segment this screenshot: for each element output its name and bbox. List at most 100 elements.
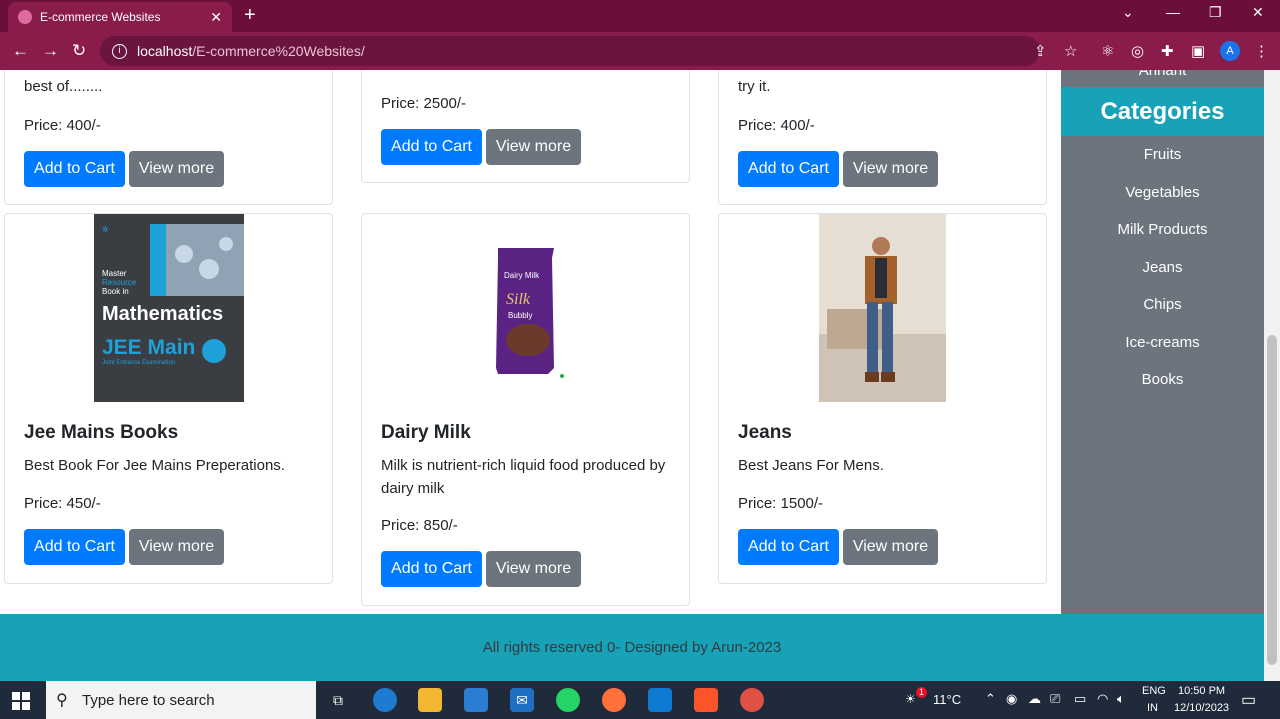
choco-brand: Dairy Milk — [504, 271, 540, 280]
sidebar-item-milk-products[interactable]: Milk Products — [1061, 221, 1264, 238]
browser-tab-bar: E-commerce Websites ✕ + ⌄ — ❐ ✕ — [0, 0, 1280, 32]
language-primary[interactable]: ENG — [1142, 685, 1166, 697]
product-description: Best Book For Jee Mains Preperations. — [24, 457, 285, 474]
language-region[interactable]: IN — [1147, 702, 1158, 714]
battery-icon[interactable]: ▭ — [1074, 691, 1086, 707]
edge-browser-icon[interactable] — [373, 688, 397, 712]
weather-icon[interactable]: ☀ — [905, 692, 916, 706]
brave-browser-icon[interactable] — [694, 688, 718, 712]
sidebar-item-fruits[interactable]: Fruits — [1061, 146, 1264, 163]
onedrive-icon[interactable]: ☁ — [1028, 691, 1041, 707]
book-text-exam: JEE Main — [102, 336, 195, 359]
tab-search-icon[interactable]: ⌄ — [1122, 4, 1134, 21]
bookmark-star-icon[interactable]: ☆ — [1064, 42, 1077, 60]
sidebar-item-vegetables[interactable]: Vegetables — [1061, 184, 1264, 201]
back-icon[interactable]: ← — [12, 41, 29, 61]
search-icon: ⚲ — [56, 692, 68, 709]
tab-title: E-commerce Websites — [40, 10, 161, 24]
sidebar-item-books[interactable]: Books — [1061, 371, 1264, 388]
side-panel-icon[interactable]: ▣ — [1191, 42, 1205, 60]
favicon-icon — [18, 10, 32, 24]
firefox-icon[interactable] — [602, 688, 626, 712]
browser-toolbar: ← → ↻ i localhost/E-commerce%20Websites/… — [0, 32, 1280, 70]
book-text-big: Mathematics — [102, 303, 223, 325]
volume-icon[interactable]: 🔈︎ — [1117, 691, 1125, 707]
maximize-icon[interactable]: ❐ — [1209, 4, 1222, 21]
chrome-icon[interactable] — [740, 688, 764, 712]
tray-chevron-up-icon[interactable]: ⌃ — [985, 691, 996, 707]
tab-close-icon[interactable]: ✕ — [210, 9, 222, 26]
window-close-icon[interactable]: ✕ — [1252, 4, 1264, 21]
product-title: Jeans — [738, 422, 792, 443]
weather-badge: 1 — [916, 687, 927, 698]
product-price: Price: 1500/- — [738, 495, 824, 512]
svg-text:✲: ✲ — [102, 225, 109, 234]
view-more-button[interactable]: View more — [129, 529, 224, 565]
profile-avatar[interactable]: A — [1220, 41, 1240, 61]
new-tab-button[interactable]: + — [244, 4, 256, 27]
product-card: try it. Price: 400/- Add to Cart View mo… — [718, 70, 1047, 205]
page-footer: All rights reserved 0- Designed by Arun-… — [0, 614, 1264, 681]
share-icon[interactable]: ⇪ — [1034, 42, 1047, 60]
weather-temperature[interactable]: 11°C — [933, 692, 961, 707]
add-to-cart-button[interactable]: Add to Cart — [24, 151, 125, 187]
dairy-milk-chocolate-image: Dairy Milk Silk Bubbly — [496, 248, 564, 378]
whatsapp-icon[interactable] — [556, 688, 580, 712]
add-to-cart-button[interactable]: Add to Cart — [381, 129, 482, 165]
site-info-icon[interactable]: i — [112, 43, 127, 59]
scrollbar-thumb[interactable] — [1267, 335, 1277, 665]
windows-taskbar: ⚲ Type here to search ⧉ ✉ ☀ 1 11°C ⌃ ◉ ☁… — [0, 681, 1280, 719]
clock-time[interactable]: 10:50 PM — [1178, 685, 1225, 697]
add-to-cart-button[interactable]: Add to Cart — [738, 529, 839, 565]
product-description: Best Jeans For Mens. — [738, 457, 884, 474]
forward-icon[interactable]: → — [42, 41, 59, 61]
minimize-icon[interactable]: — — [1166, 4, 1180, 20]
add-to-cart-button[interactable]: Add to Cart — [738, 151, 839, 187]
react-devtools-icon[interactable]: ⚛ — [1101, 42, 1114, 60]
sidebar-item-chips[interactable]: Chips — [1061, 296, 1264, 313]
extensions-puzzle-icon[interactable]: ✚ — [1161, 42, 1174, 60]
tray-app-icon[interactable]: ◉ — [1006, 691, 1017, 707]
view-more-button[interactable]: View more — [129, 151, 224, 187]
sidebar-item-arihant[interactable]: Arihant — [1061, 70, 1264, 79]
product-title: Dairy Milk — [381, 422, 471, 443]
url-path: /E-commerce%20Websites/ — [192, 43, 365, 59]
choco-sub: Bubbly — [508, 311, 532, 320]
product-price: Price: 400/- — [738, 117, 815, 134]
task-view-icon[interactable]: ⧉ — [326, 688, 350, 712]
reload-icon[interactable]: ↻ — [72, 41, 86, 61]
clock-date[interactable]: 12/10/2023 — [1174, 702, 1229, 714]
vscode-icon[interactable] — [648, 688, 672, 712]
book-text-line3: Book in — [102, 287, 129, 296]
view-more-button[interactable]: View more — [843, 151, 938, 187]
extension-target-icon[interactable]: ◎ — [1131, 42, 1144, 60]
view-more-button[interactable]: View more — [843, 529, 938, 565]
jeans-model-image — [819, 214, 946, 402]
view-more-button[interactable]: View more — [486, 551, 581, 587]
wifi-icon[interactable]: ◠ — [1097, 691, 1108, 707]
notification-icon[interactable]: ▭ — [1241, 690, 1256, 710]
product-price: Price: 450/- — [24, 495, 101, 512]
sidebar-item-ice-creams[interactable]: Ice-creams — [1061, 334, 1264, 351]
product-description: Milk is nutrient-rich liquid food produc… — [381, 457, 666, 497]
product-description: best of........ — [24, 78, 103, 95]
add-to-cart-button[interactable]: Add to Cart — [24, 529, 125, 565]
view-more-button[interactable]: View more — [486, 129, 581, 165]
categories-heading: Categories — [1061, 87, 1264, 136]
product-card: Price: 2500/- Add to Cart View more — [361, 70, 690, 183]
choco-variant: Silk — [506, 291, 531, 308]
product-card: ✲ Master Resource Book in Mathematics JE… — [4, 213, 333, 584]
sidebar-item-jeans[interactable]: Jeans — [1061, 259, 1264, 276]
mail-icon[interactable]: ✉ — [510, 688, 534, 712]
address-bar[interactable]: i localhost/E-commerce%20Websites/ — [100, 36, 1040, 66]
windows-start-icon[interactable] — [12, 692, 30, 710]
book-text-line2: Resource — [102, 278, 137, 287]
microsoft-store-icon[interactable] — [464, 688, 488, 712]
menu-kebab-icon[interactable]: ⋮ — [1254, 42, 1269, 60]
book-text-exam-sub: Joint Entrance Examination — [102, 360, 175, 366]
file-explorer-icon[interactable] — [418, 688, 442, 712]
taskbar-search-input[interactable]: ⚲ Type here to search — [46, 681, 316, 719]
add-to-cart-button[interactable]: Add to Cart — [381, 551, 482, 587]
browser-tab[interactable]: E-commerce Websites ✕ — [8, 2, 232, 32]
meet-now-icon[interactable]: ⎚ — [1050, 691, 1060, 707]
